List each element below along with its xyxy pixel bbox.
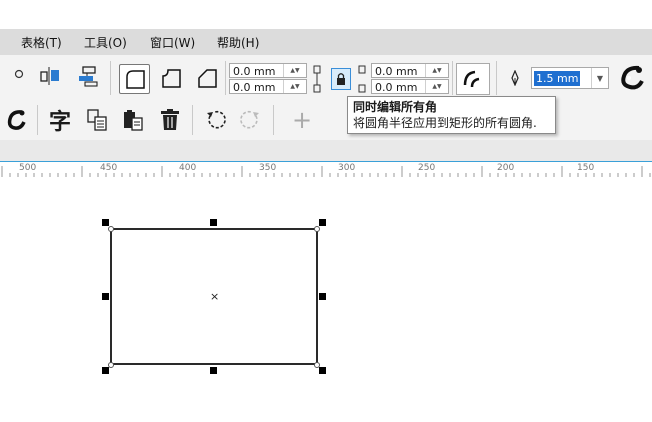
ruler-label: 500 xyxy=(19,163,37,173)
order-icon[interactable] xyxy=(76,65,102,87)
tooltip-title: 同时编辑所有角 xyxy=(353,100,438,114)
horizontal-ruler[interactable]: 500 450 400 350 300 250 200 150 xyxy=(0,161,652,179)
menu-window[interactable]: 窗口(W) xyxy=(150,34,195,51)
ruler-ticks xyxy=(1,166,651,177)
corner-bracket-right-icon xyxy=(355,64,369,94)
corner-node[interactable] xyxy=(108,226,114,232)
tooltip-description: 将圆角半径应用到矩形的所有圆角. xyxy=(353,116,537,130)
circle-icon[interactable] xyxy=(12,67,26,81)
spin-arrows-icon[interactable]: ▲▼ xyxy=(425,80,448,93)
drawing-canvas[interactable] xyxy=(0,178,652,422)
corner-radius-bottom-right-value: 0.0 mm xyxy=(375,81,418,94)
contour-shaper-icon[interactable] xyxy=(616,62,648,94)
corner-node[interactable] xyxy=(314,226,320,232)
corner-radius-top-left-value: 0.0 mm xyxy=(233,65,276,78)
center-mark[interactable]: × xyxy=(210,290,219,303)
selection-handle-top[interactable] xyxy=(210,219,217,226)
tooltip: 同时编辑所有角 将圆角半径应用到矩形的所有圆角. xyxy=(347,96,556,134)
pen-nib-icon xyxy=(508,68,522,88)
toolbar-spacer xyxy=(0,140,652,161)
corner-radius-bottom-right-input[interactable]: 0.0 mm ▲▼ xyxy=(371,79,449,94)
corner-radius-top-left-input[interactable]: 0.0 mm ▲▼ xyxy=(229,63,307,78)
ruler-label: 400 xyxy=(179,163,197,173)
ruler-label: 450 xyxy=(100,163,118,173)
menu-bar: 表格(T) 工具(O) 窗口(W) 帮助(H) xyxy=(0,29,652,55)
contour-shaper-icon[interactable] xyxy=(3,106,29,134)
menu-help[interactable]: 帮助(H) xyxy=(217,34,259,51)
corner-radius-top-right-input[interactable]: 0.0 mm ▲▼ xyxy=(371,63,449,78)
selection-handle-bottom-right[interactable] xyxy=(319,367,326,374)
text-tool-label: 字 xyxy=(48,110,71,135)
selection-handle-top-left[interactable] xyxy=(102,219,109,226)
ruler-label: 300 xyxy=(338,163,356,173)
property-bar: 0.0 mm ▲▼ 0.0 mm ▲▼ 0.0 mm ▲▼ 0.0 mm ▲▼ … xyxy=(0,55,652,101)
scalloped-corner-button[interactable] xyxy=(157,64,185,92)
add-button[interactable]: + xyxy=(289,106,315,134)
spin-arrows-icon[interactable]: ▲▼ xyxy=(283,64,306,77)
undo-icon[interactable] xyxy=(202,107,228,133)
text-tool-button[interactable]: 字 xyxy=(45,106,75,135)
selection-handle-top-right[interactable] xyxy=(319,219,326,226)
selection-handle-bottom[interactable] xyxy=(210,367,217,374)
copy-properties-icon[interactable] xyxy=(84,106,110,134)
spin-arrows-icon[interactable]: ▲▼ xyxy=(425,64,448,77)
ruler-label: 150 xyxy=(577,163,595,173)
paste-icon[interactable] xyxy=(120,106,146,134)
trash-icon[interactable] xyxy=(157,106,183,134)
ruler-label: 250 xyxy=(418,163,436,173)
selection-handle-right[interactable] xyxy=(319,293,326,300)
lock-corners-button[interactable] xyxy=(331,68,351,90)
corner-scaling-button[interactable] xyxy=(456,63,490,95)
align-icon[interactable] xyxy=(38,65,64,87)
corner-radius-top-right-value: 0.0 mm xyxy=(375,65,418,78)
chevron-down-icon[interactable]: ▼ xyxy=(591,68,608,88)
outline-width-value[interactable]: 1.5 mm xyxy=(534,71,581,86)
selection-handle-bottom-left[interactable] xyxy=(102,367,109,374)
round-corner-button[interactable] xyxy=(119,64,150,94)
selection-handle-left[interactable] xyxy=(102,293,109,300)
spin-arrows-icon[interactable]: ▲▼ xyxy=(283,80,306,93)
corner-bracket-left-icon xyxy=(310,64,324,94)
outline-width-dropdown[interactable]: 1.5 mm ▼ xyxy=(531,67,609,89)
add-icon: + xyxy=(291,106,313,134)
ruler-label: 200 xyxy=(497,163,515,173)
ruler-label: 350 xyxy=(259,163,277,173)
menu-tools[interactable]: 工具(O) xyxy=(84,34,127,51)
corner-radius-bottom-left-input[interactable]: 0.0 mm ▲▼ xyxy=(229,79,307,94)
corner-radius-bottom-left-value: 0.0 mm xyxy=(233,81,276,94)
menu-table[interactable]: 表格(T) xyxy=(21,34,62,51)
redo-icon[interactable] xyxy=(238,107,264,133)
chamfer-corner-button[interactable] xyxy=(193,64,221,92)
